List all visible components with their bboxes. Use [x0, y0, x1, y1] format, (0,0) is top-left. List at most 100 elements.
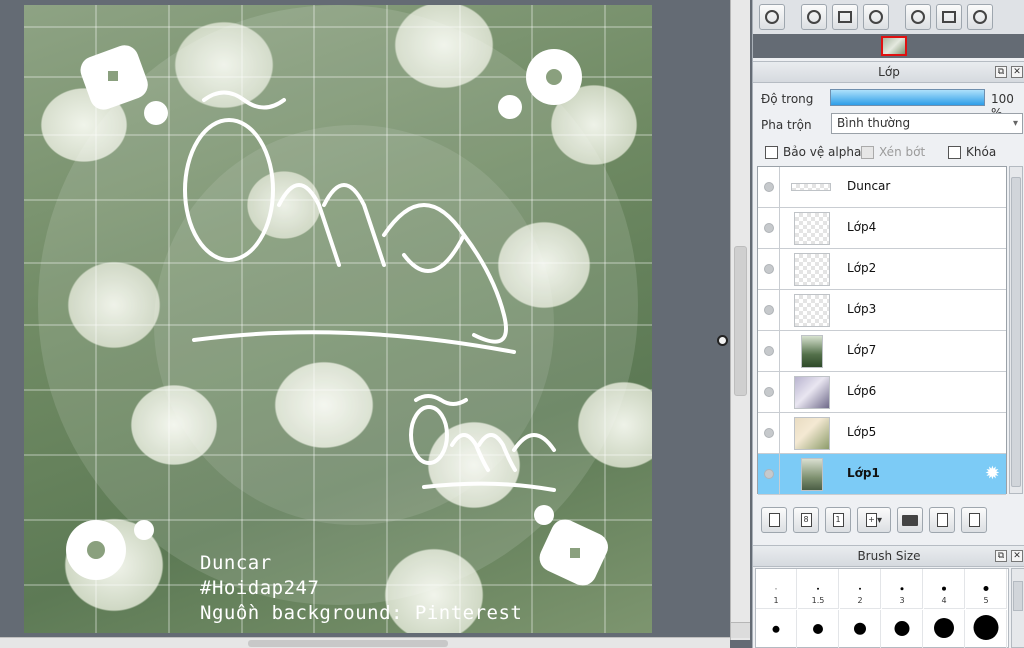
visibility-icon[interactable]	[764, 223, 774, 233]
duplicate-icon	[936, 513, 948, 527]
artwork-canvas[interactable]: Duncar #Hoidap247 Nguồn background: Pint…	[24, 5, 652, 633]
brush-size-label: 1.5	[811, 596, 825, 605]
layer-thumbnail	[801, 335, 823, 368]
brush-dot	[859, 587, 861, 590]
vertical-scrollbar[interactable]	[730, 0, 750, 640]
visibility-icon[interactable]	[764, 387, 774, 397]
new-1bit-layer-button[interactable]: 1	[825, 507, 851, 533]
layer-panel-title: Lớp ⧉ ✕	[753, 61, 1024, 83]
brush-dot	[775, 587, 777, 589]
layer-toolbar: 8 1 + ▾	[753, 504, 1024, 536]
clipping-label: Xén bớt	[879, 145, 926, 159]
panel-close-icon[interactable]: ✕	[1011, 66, 1023, 78]
lock-checkbox[interactable]: Khóa	[948, 145, 996, 159]
new-layer-icon	[768, 513, 780, 527]
layer-thumbnail	[794, 294, 830, 327]
brush-size-cell[interactable]: 5	[966, 569, 1007, 609]
horizontal-scroll-thumb[interactable]	[248, 640, 448, 647]
brush-dot	[894, 620, 910, 636]
zoom-fit-icon	[765, 10, 779, 24]
brush-size-cell[interactable]: 1	[756, 569, 797, 609]
layer-row[interactable]: Lớp6	[758, 372, 1006, 413]
layer-list-scroll-thumb[interactable]	[1011, 177, 1021, 487]
layer-panel-title-text: Lớp	[878, 65, 900, 79]
zoom-fit-button[interactable]	[759, 4, 785, 30]
layer-row-selected[interactable]: Lớp1 ✹	[758, 454, 1006, 495]
brush-size-label: 4	[941, 596, 947, 605]
visibility-icon[interactable]	[764, 305, 774, 315]
protect-alpha-checkbox[interactable]: Bảo vệ alpha	[765, 145, 861, 159]
layer-name: Lớp5	[847, 425, 877, 439]
brush-dot	[817, 587, 819, 590]
actual-size-icon	[942, 11, 956, 23]
checkbox-box[interactable]	[765, 145, 778, 159]
brush-size-cell[interactable]	[756, 610, 797, 648]
rotate-right-button[interactable]	[967, 4, 993, 30]
layer-row[interactable]: Lớp4	[758, 208, 1006, 249]
brush-dot	[934, 617, 954, 638]
brush-size-cell[interactable]	[966, 610, 1007, 648]
horizontal-scrollbar[interactable]	[0, 637, 730, 648]
brush-size-label: 1	[773, 596, 779, 605]
new-8bit-layer-button[interactable]: 8	[793, 507, 819, 533]
checkbox-box[interactable]	[948, 145, 961, 159]
visibility-icon[interactable]	[764, 428, 774, 438]
layer-list-scrollbar[interactable]	[1009, 166, 1023, 494]
layer-row[interactable]: Duncar	[758, 167, 1006, 208]
visibility-icon[interactable]	[764, 469, 774, 479]
fit-screen-button[interactable]	[832, 4, 858, 30]
brush-size-cell[interactable]	[924, 610, 965, 648]
layer-row[interactable]: Lớp5	[758, 413, 1006, 454]
brush-dot	[983, 585, 989, 591]
panel-resize-handle[interactable]	[717, 335, 728, 346]
brush-size-cell[interactable]	[798, 610, 839, 648]
visibility-icon[interactable]	[764, 346, 774, 356]
folder-icon	[902, 514, 918, 526]
layer-row[interactable]: Lớp3	[758, 290, 1006, 331]
credit-hashtag: #Hoidap247	[200, 577, 320, 599]
credit-author: Duncar	[200, 552, 272, 574]
new-layer-button[interactable]	[761, 507, 787, 533]
brush-size-scrollbar[interactable]	[1011, 568, 1024, 648]
scroll-down-button[interactable]	[731, 622, 750, 638]
fit-screen-icon	[838, 11, 852, 23]
panel-detach-icon[interactable]: ⧉	[995, 550, 1007, 562]
panel-close-icon[interactable]: ✕	[1011, 550, 1023, 562]
panel-detach-icon[interactable]: ⧉	[995, 66, 1007, 78]
brush-size-cell[interactable]: 4	[924, 569, 965, 609]
gear-icon[interactable]: ✹	[985, 465, 1000, 483]
navigator-preview[interactable]	[753, 34, 1024, 58]
layer-row[interactable]: Lớp2	[758, 249, 1006, 290]
layer-list[interactable]: Duncar Lớp4 Lớp2 Lớp3 Lớp7 Lớp6 Lớp5 Lớp…	[757, 166, 1007, 495]
blend-mode-select[interactable]: Bình thường ▾	[831, 113, 1023, 134]
zoom-in-icon	[807, 10, 821, 24]
brush-dot	[772, 625, 780, 633]
brush-size-label: 5	[983, 596, 989, 605]
brush-size-cell[interactable]: 2	[840, 569, 881, 609]
layer-thumbnail	[794, 253, 830, 286]
blend-mode-label: Pha trộn	[761, 118, 812, 132]
zoom-out-button[interactable]	[863, 4, 889, 30]
actual-size-button[interactable]	[936, 4, 962, 30]
clipping-checkbox: Xén bớt	[861, 145, 925, 159]
layer-row[interactable]: Lớp7	[758, 331, 1006, 372]
canvas-area[interactable]: Duncar #Hoidap247 Nguồn background: Pint…	[0, 0, 730, 648]
chevron-down-icon: ▾	[1012, 118, 1018, 129]
brush-size-cell[interactable]	[882, 610, 923, 648]
merge-down-button[interactable]	[961, 507, 987, 533]
visibility-icon[interactable]	[764, 264, 774, 274]
brush-size-cell[interactable]: 3	[882, 569, 923, 609]
zoom-in-button[interactable]	[801, 4, 827, 30]
artwork-decoration	[38, 5, 638, 605]
duplicate-layer-button[interactable]	[929, 507, 955, 533]
rotate-left-button[interactable]	[905, 4, 931, 30]
navigator-thumbnail[interactable]	[881, 36, 907, 56]
new-folder-button[interactable]	[897, 507, 923, 533]
add-layer-menu-button[interactable]: + ▾	[857, 507, 891, 533]
brush-size-cell[interactable]: 1.5	[798, 569, 839, 609]
opacity-slider[interactable]	[830, 89, 985, 106]
brush-size-scroll-thumb[interactable]	[1013, 581, 1023, 611]
visibility-icon[interactable]	[764, 182, 774, 192]
vertical-scroll-thumb[interactable]	[734, 246, 747, 396]
brush-size-cell[interactable]	[840, 610, 881, 648]
